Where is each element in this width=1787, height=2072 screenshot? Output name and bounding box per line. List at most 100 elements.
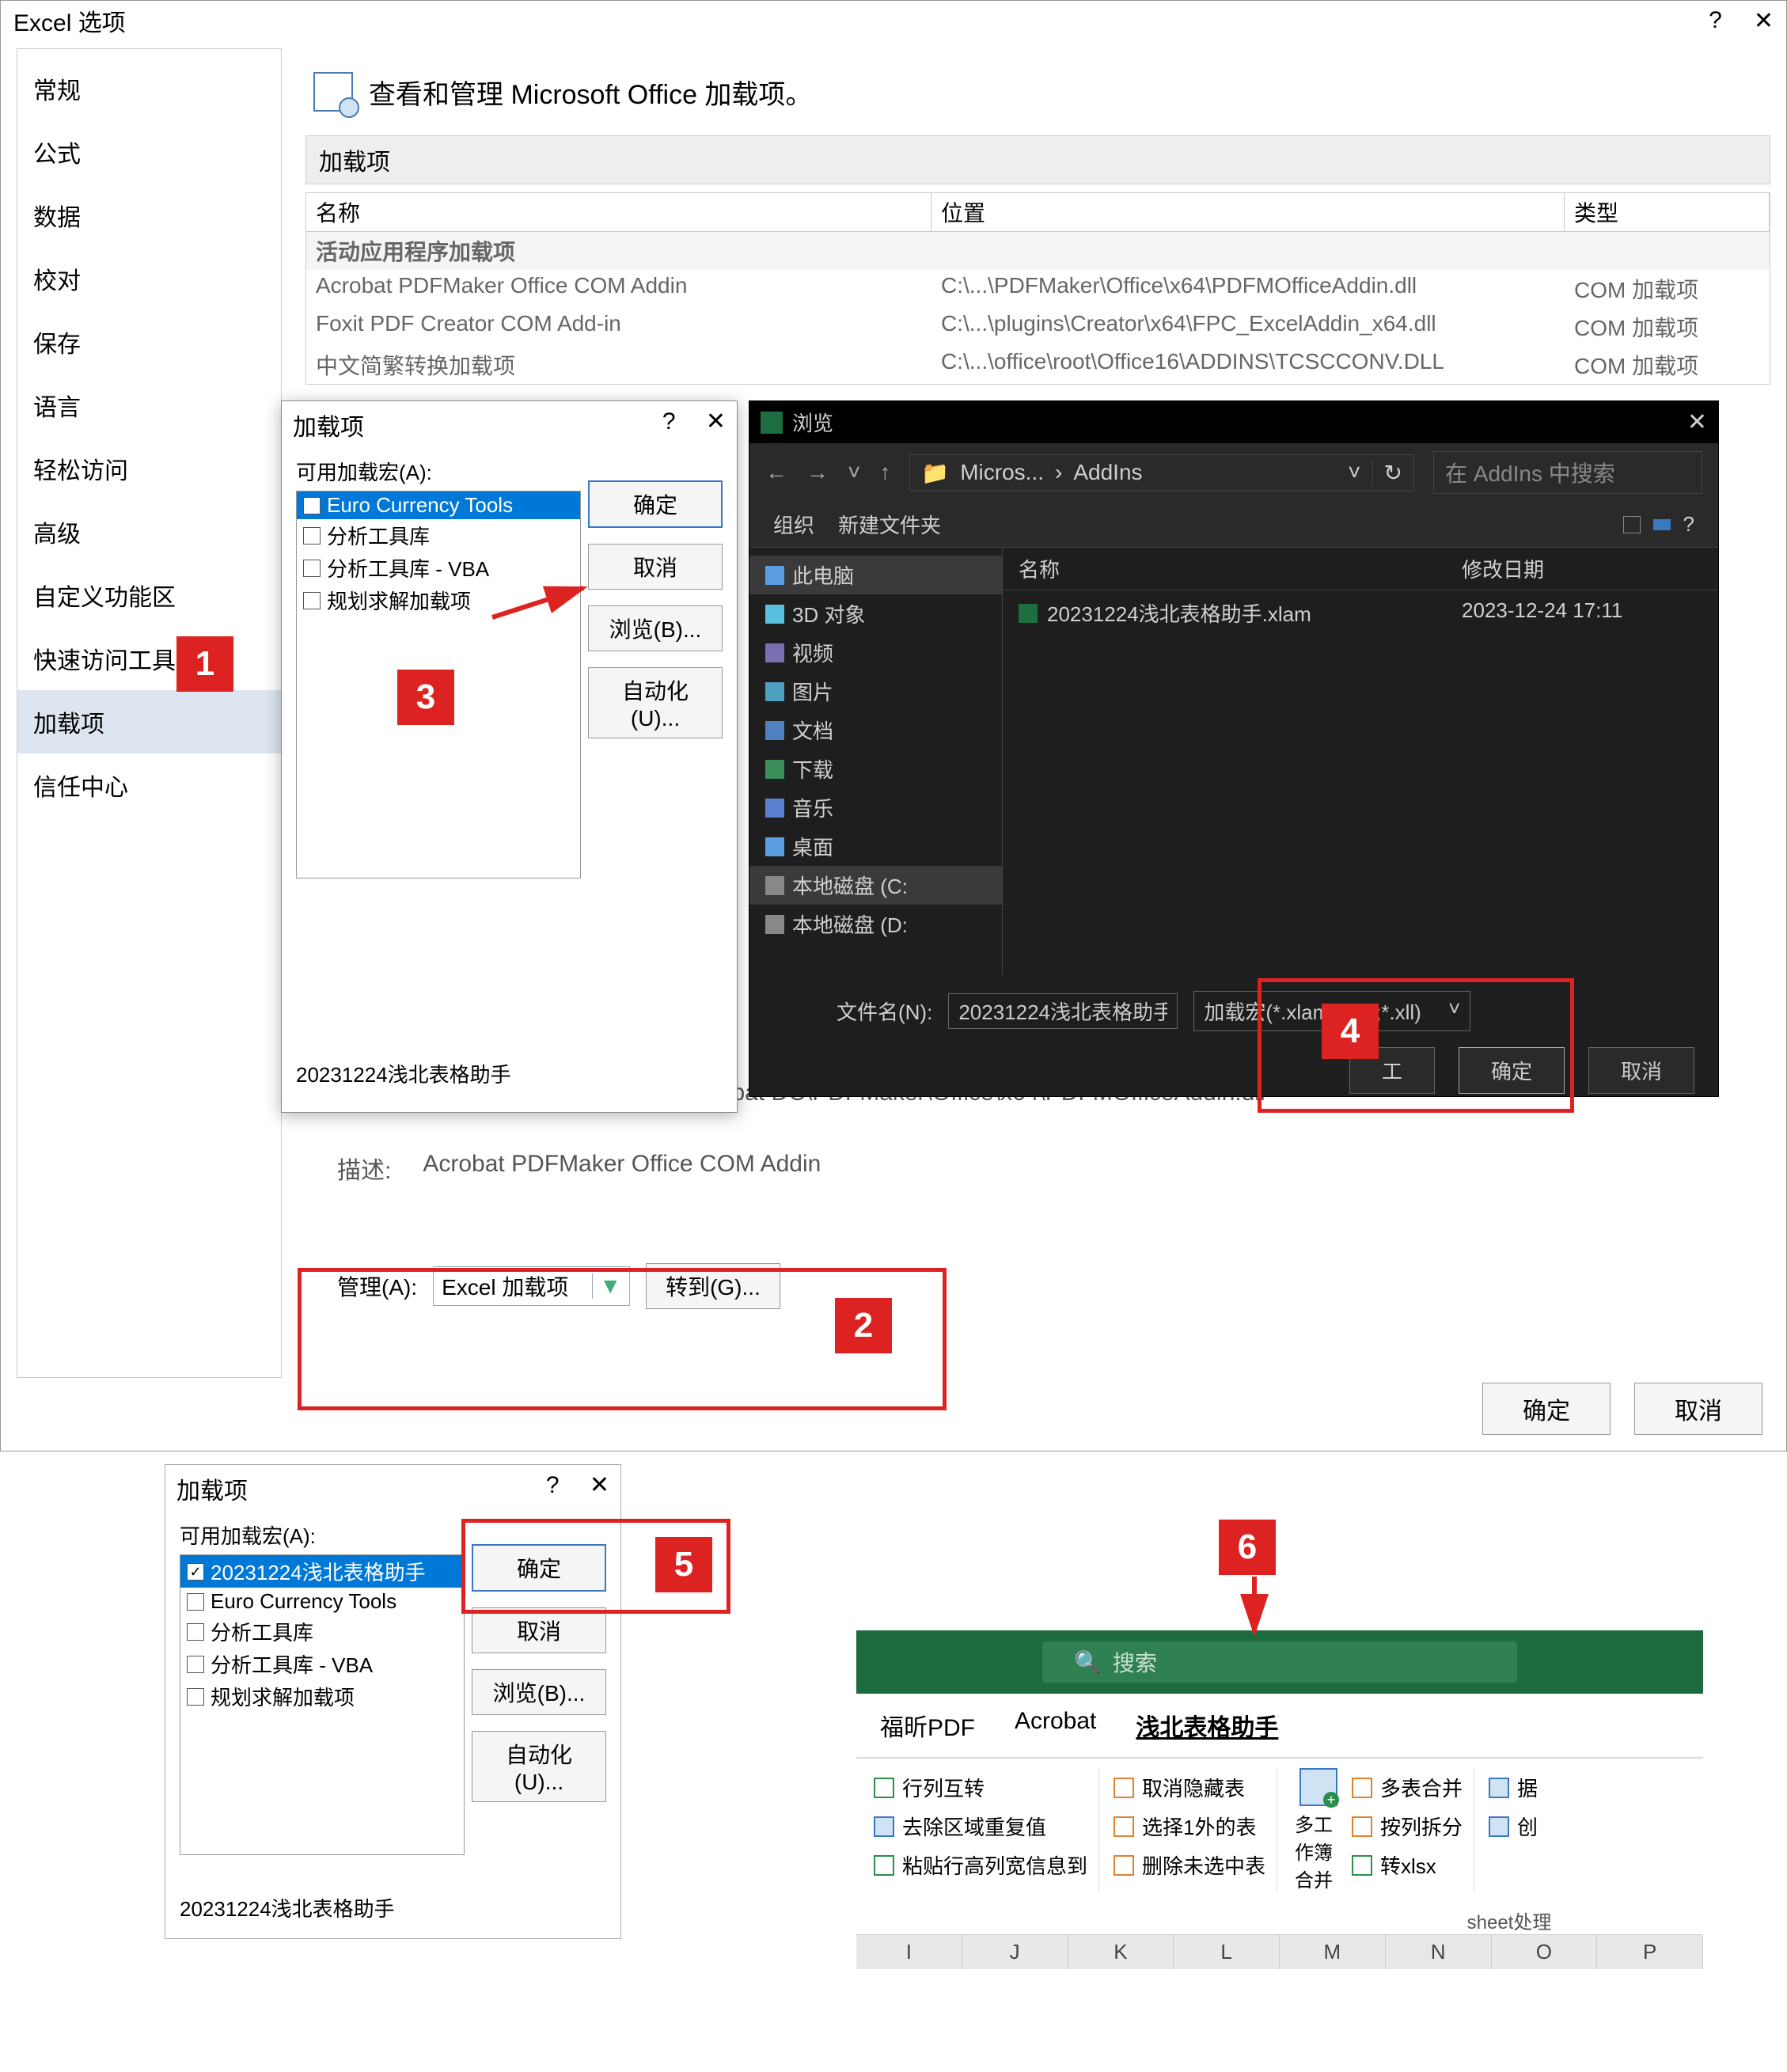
merge-sheets-button[interactable]: 多表合并 bbox=[1349, 1768, 1466, 1807]
folder-tree[interactable]: 此电脑 3D 对象 视频 图片 文档 下载 音乐 桌面 本地磁盘 (C: 本地磁… bbox=[749, 548, 1003, 975]
sidebar-item-general[interactable]: 常规 bbox=[17, 57, 281, 120]
sidebar-item-data[interactable]: 数据 bbox=[17, 184, 281, 247]
tab-acrobat[interactable]: Acrobat bbox=[1015, 1708, 1096, 1743]
merge-workbooks-button[interactable]: 多工作簿合并 bbox=[1288, 1768, 1349, 1892]
tree-item-this-pc[interactable]: 此电脑 bbox=[749, 556, 1002, 594]
table-row[interactable]: Acrobat PDFMaker Office COM Addin C:\...… bbox=[306, 270, 1770, 308]
select-other-button[interactable]: 选择1外的表 bbox=[1110, 1807, 1269, 1846]
chevron-down-icon[interactable]: ˅ bbox=[848, 460, 860, 485]
unhide-sheets-button[interactable]: 取消隐藏表 bbox=[1110, 1768, 1269, 1807]
tree-item-3d[interactable]: 3D 对象 bbox=[749, 594, 1002, 633]
col-header[interactable]: K bbox=[1068, 1935, 1174, 1969]
tree-item-pictures[interactable]: 图片 bbox=[749, 672, 1002, 711]
to-xlsx-button[interactable]: 转xlsx bbox=[1349, 1846, 1466, 1884]
table-row[interactable]: Foxit PDF Creator COM Add-in C:\...\plug… bbox=[306, 308, 1770, 346]
tab-qianbei[interactable]: 浅北表格助手 bbox=[1136, 1708, 1278, 1743]
col-header[interactable]: J bbox=[962, 1935, 1068, 1969]
paste-rowheight-button[interactable]: 粘贴行高列宽信息到 bbox=[871, 1846, 1091, 1884]
tree-item-documents[interactable]: 文档 bbox=[749, 711, 1002, 749]
file-list[interactable]: 名称 修改日期 20231224浅北表格助手.xlam 2023-12-24 1… bbox=[1003, 548, 1718, 975]
up-icon[interactable]: ↑ bbox=[879, 460, 890, 485]
forward-icon[interactable]: → bbox=[806, 460, 829, 485]
list-item[interactable]: 分析工具库 - VBA bbox=[180, 1648, 464, 1680]
browse-button[interactable]: 浏览(B)... bbox=[588, 605, 723, 651]
list-item[interactable]: 20231224浅北表格助手 bbox=[180, 1555, 464, 1588]
search-input[interactable]: 🔍 搜索 bbox=[1042, 1641, 1517, 1683]
addins-listbox[interactable]: 20231224浅北表格助手 Euro Currency Tools 分析工具库… bbox=[180, 1554, 465, 1855]
sidebar-item-save[interactable]: 保存 bbox=[17, 310, 281, 374]
checkbox-icon[interactable] bbox=[303, 497, 321, 514]
help-icon[interactable]: ? bbox=[546, 1472, 560, 1498]
sidebar-item-advanced[interactable]: 高级 bbox=[17, 500, 281, 564]
sidebar-item-proofing[interactable]: 校对 bbox=[17, 247, 281, 310]
refresh-icon[interactable]: ↻ bbox=[1372, 460, 1402, 486]
help-icon[interactable]: ? bbox=[1709, 7, 1722, 35]
automation-button[interactable]: 自动化(U)... bbox=[588, 667, 723, 738]
list-item[interactable]: Euro Currency Tools bbox=[297, 491, 580, 519]
sidebar-item-trust-center[interactable]: 信任中心 bbox=[17, 753, 281, 817]
close-icon[interactable]: ✕ bbox=[706, 408, 726, 435]
ok-button[interactable]: 确定 bbox=[588, 480, 723, 528]
col-header[interactable]: I bbox=[856, 1935, 962, 1969]
col-header[interactable]: L bbox=[1174, 1935, 1280, 1969]
tree-item-desktop[interactable]: 桌面 bbox=[749, 827, 1002, 866]
split-by-col-button[interactable]: 按列拆分 bbox=[1349, 1807, 1466, 1846]
partial-button-1[interactable]: 据 bbox=[1485, 1768, 1541, 1807]
tree-item-music[interactable]: 音乐 bbox=[749, 788, 1002, 827]
browse-button[interactable]: 浏览(B)... bbox=[472, 1669, 606, 1715]
list-item[interactable]: 规划求解加载项 bbox=[180, 1680, 464, 1713]
list-item[interactable]: 分析工具库 - VBA bbox=[297, 552, 580, 584]
col-header[interactable]: O bbox=[1492, 1935, 1598, 1969]
tree-item-downloads[interactable]: 下载 bbox=[749, 749, 1002, 788]
checkbox-icon[interactable] bbox=[187, 1623, 204, 1641]
col-date[interactable]: 修改日期 bbox=[1462, 554, 1544, 583]
ok-button[interactable]: 确定 bbox=[1482, 1383, 1611, 1435]
col-location[interactable]: 位置 bbox=[931, 193, 1565, 231]
list-item[interactable]: 分析工具库 bbox=[297, 519, 580, 552]
view-icon[interactable] bbox=[1653, 519, 1671, 530]
sidebar-item-formulas[interactable]: 公式 bbox=[17, 120, 281, 184]
list-item[interactable]: Euro Currency Tools bbox=[180, 1588, 464, 1615]
close-icon[interactable]: ✕ bbox=[1687, 408, 1707, 436]
cancel-button[interactable]: 取消 bbox=[472, 1607, 606, 1653]
col-header[interactable]: N bbox=[1386, 1935, 1492, 1969]
checkbox-icon[interactable] bbox=[187, 1593, 204, 1611]
checkbox-icon[interactable] bbox=[187, 1688, 204, 1706]
cancel-button[interactable]: 取消 bbox=[1588, 1047, 1694, 1094]
sidebar-item-accessibility[interactable]: 轻松访问 bbox=[17, 437, 281, 500]
file-row[interactable]: 20231224浅北表格助手.xlam 2023-12-24 17:11 bbox=[1003, 590, 1718, 636]
view-icon[interactable] bbox=[1623, 516, 1641, 533]
organize-button[interactable]: 组织 bbox=[773, 510, 814, 539]
delete-unselected-button[interactable]: 删除未选中表 bbox=[1110, 1846, 1269, 1884]
table-row[interactable]: 中文简繁转换加载项 C:\...\office\root\Office16\AD… bbox=[306, 346, 1770, 384]
sidebar-item-customize-ribbon[interactable]: 自定义功能区 bbox=[17, 564, 281, 627]
tree-item-disk-d[interactable]: 本地磁盘 (D: bbox=[749, 905, 1002, 943]
address-bar[interactable]: 📁 Micros... › AddIns ˅ ↻ bbox=[909, 454, 1414, 491]
col-name[interactable]: 名称 bbox=[1019, 554, 1462, 583]
close-icon[interactable]: ✕ bbox=[1754, 7, 1774, 35]
checkbox-icon[interactable] bbox=[187, 1656, 204, 1673]
rowcol-swap-button[interactable]: 行列互转 bbox=[871, 1768, 1091, 1807]
checkbox-icon[interactable] bbox=[303, 527, 321, 545]
col-header[interactable]: M bbox=[1280, 1935, 1386, 1969]
tree-item-disk-c[interactable]: 本地磁盘 (C: bbox=[749, 866, 1002, 905]
chevron-down-icon[interactable]: ˅ bbox=[1348, 460, 1360, 485]
filename-input[interactable] bbox=[948, 993, 1178, 1029]
help-icon[interactable]: ? bbox=[1683, 512, 1694, 537]
partial-button-2[interactable]: 创 bbox=[1485, 1807, 1541, 1846]
sidebar-item-language[interactable]: 语言 bbox=[17, 374, 281, 437]
sidebar-item-addins[interactable]: 加载项 bbox=[17, 690, 281, 753]
close-icon[interactable]: ✕ bbox=[590, 1472, 609, 1498]
checkbox-icon[interactable] bbox=[303, 592, 321, 609]
new-folder-button[interactable]: 新建文件夹 bbox=[838, 510, 941, 539]
col-header[interactable]: P bbox=[1597, 1935, 1703, 1969]
sidebar-item-qat[interactable]: 快速访问工具栏 bbox=[17, 627, 281, 690]
search-input[interactable]: 在 AddIns 中搜索 bbox=[1433, 451, 1702, 494]
help-icon[interactable]: ? bbox=[662, 408, 676, 435]
back-icon[interactable]: ← bbox=[765, 460, 787, 485]
remove-dup-button[interactable]: 去除区域重复值 bbox=[871, 1807, 1091, 1846]
checkbox-icon[interactable] bbox=[303, 560, 321, 577]
list-item[interactable]: 分析工具库 bbox=[180, 1615, 464, 1648]
col-type[interactable]: 类型 bbox=[1565, 193, 1770, 231]
checkbox-icon[interactable] bbox=[187, 1563, 204, 1581]
